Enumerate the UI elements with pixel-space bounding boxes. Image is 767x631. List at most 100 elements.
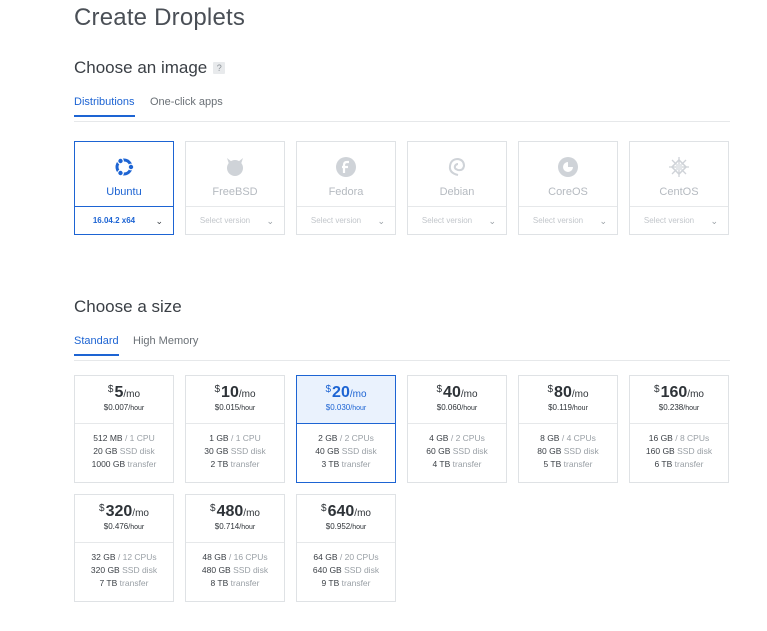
- monthly-price: $320/mo: [75, 503, 173, 521]
- size-card[interactable]: $10/mo $0.015/hour 1 GB / 1 CPU 30 GB SSD d…: [185, 375, 285, 483]
- monthly-price: $40/mo: [408, 384, 506, 402]
- size-card[interactable]: $160/mo $0.238/hour 16 GB / 8 CPUs 160 GB S…: [629, 375, 729, 483]
- per-hour-label: /hour: [461, 405, 478, 412]
- size-specs: 1 GB / 1 CPU 30 GB SSD disk 2 TB transfer: [186, 432, 284, 471]
- image-name: Debian: [439, 186, 475, 198]
- tab-distributions[interactable]: Distributions: [74, 96, 135, 117]
- memory-value: 1 GB: [209, 433, 229, 443]
- image-card-ubuntu[interactable]: Ubuntu 16.04.2 x64 ⌄: [74, 141, 174, 235]
- monthly-amount: 480: [216, 503, 244, 520]
- transfer-line: 2 TB transfer: [186, 458, 284, 471]
- currency-symbol: $: [321, 503, 327, 514]
- disk-line: 20 GB SSD disk: [75, 445, 173, 458]
- disk-value: 40 GB: [315, 446, 340, 456]
- monthly-amount: 80: [554, 384, 572, 401]
- tab-high-memory[interactable]: High Memory: [133, 335, 198, 354]
- per-month-label: /mo: [132, 508, 149, 519]
- image-card-freebsd[interactable]: FreeBSD Select version ⌄: [185, 141, 285, 235]
- disk-label: SSD disk: [119, 446, 155, 456]
- transfer-line: 4 TB transfer: [408, 458, 506, 471]
- help-icon[interactable]: ?: [213, 62, 226, 74]
- image-section-title: Choose an image?: [74, 58, 226, 78]
- cpu-value: 2 CPUs: [455, 433, 485, 443]
- transfer-value: 5 TB: [543, 459, 562, 469]
- disk-value: 60 GB: [426, 446, 451, 456]
- transfer-label: transfer: [341, 459, 371, 469]
- per-month-label: /mo: [687, 389, 704, 400]
- memory-cpu-line: 48 GB / 16 CPUs: [202, 552, 268, 562]
- size-card[interactable]: $40/mo $0.060/hour 4 GB / 2 CPUs 60 GB SSD …: [407, 375, 507, 483]
- per-hour-label: /hour: [350, 405, 367, 412]
- image-name: Ubuntu: [106, 186, 142, 198]
- chevron-down-icon: ⌄: [155, 216, 163, 226]
- disk-label: SSD disk: [230, 446, 266, 456]
- cpu-value: 2 CPUs: [344, 433, 374, 443]
- currency-symbol: $: [325, 384, 332, 395]
- version-select[interactable]: Select version ⌄: [297, 207, 395, 235]
- version-select[interactable]: Select version ⌄: [630, 207, 728, 235]
- size-card[interactable]: $640/mo $0.952/hour 64 GB / 20 CPUs 640 GB …: [296, 494, 396, 602]
- monthly-price: $80/mo: [519, 384, 617, 402]
- disk-line: 320 GB SSD disk: [75, 564, 173, 577]
- per-month-label: /mo: [123, 389, 141, 400]
- hourly-price: $0.238/hour: [630, 403, 728, 412]
- cpu-value: 20 CPUs: [344, 552, 379, 562]
- memory-cpu-line: 1 GB / 1 CPU: [209, 433, 261, 443]
- memory-cpu-line: 4 GB / 2 CPUs: [429, 433, 485, 443]
- size-card[interactable]: $480/mo $0.714/hour 48 GB / 16 CPUs 480 GB …: [185, 494, 285, 602]
- version-label: Select version: [532, 216, 584, 225]
- size-card[interactable]: $80/mo $0.119/hour 8 GB / 4 CPUs 80 GB SSD …: [518, 375, 618, 483]
- transfer-line: 7 TB transfer: [75, 577, 173, 590]
- monthly-amount: 20: [332, 384, 350, 401]
- image-card-centos[interactable]: CentOS Select version ⌄: [629, 141, 729, 235]
- disk-value: 160 GB: [645, 446, 675, 456]
- currency-symbol: $: [99, 503, 105, 514]
- hourly-price: $0.714/hour: [186, 522, 284, 531]
- image-section-title-text: Choose an image: [74, 58, 208, 77]
- fedora-icon: [336, 157, 356, 177]
- tab-standard[interactable]: Standard: [74, 335, 119, 356]
- disk-value: 320 GB: [90, 565, 120, 575]
- chevron-down-icon: ⌄: [599, 216, 607, 226]
- freebsd-icon: [227, 158, 243, 176]
- version-label: Select version: [421, 216, 473, 225]
- version-select[interactable]: Select version ⌄: [186, 207, 284, 235]
- chevron-down-icon: ⌄: [488, 216, 496, 226]
- per-month-label: /mo: [243, 508, 260, 519]
- version-label: Select version: [310, 216, 362, 225]
- size-card[interactable]: $5/mo $0.007/hour 512 MB / 1 CPU 20 GB SSD …: [74, 375, 174, 483]
- hourly-amount: $0.238: [658, 403, 684, 412]
- monthly-price: $5/mo: [75, 384, 173, 402]
- image-card-debian[interactable]: Debian Select version ⌄: [407, 141, 507, 235]
- version-select[interactable]: Select version ⌄: [408, 207, 506, 235]
- hourly-amount: $0.015: [214, 403, 240, 412]
- hourly-amount: $0.007: [103, 403, 129, 412]
- transfer-label: transfer: [563, 459, 593, 469]
- per-month-label: /mo: [238, 389, 256, 400]
- hourly-amount: $0.060: [436, 403, 462, 412]
- disk-line: 640 GB SSD disk: [297, 564, 395, 577]
- tab-one-click-apps[interactable]: One-click apps: [150, 96, 223, 115]
- transfer-value: 4 TB: [432, 459, 451, 469]
- hourly-amount: $0.476: [103, 522, 129, 531]
- memory-value: 512 MB: [93, 433, 123, 443]
- size-card[interactable]: $20/mo $0.030/hour 2 GB / 2 CPUs 40 GB SSD …: [296, 375, 396, 483]
- memory-value: 2 GB: [318, 433, 338, 443]
- version-select[interactable]: Select version ⌄: [519, 207, 617, 235]
- hourly-price: $0.476/hour: [75, 522, 173, 531]
- disk-label: SSD disk: [341, 446, 377, 456]
- image-card-coreos[interactable]: CoreOS Select version ⌄: [518, 141, 618, 235]
- memory-value: 32 GB: [91, 552, 116, 562]
- size-specs: 48 GB / 16 CPUs 480 GB SSD disk 8 TB trans…: [186, 551, 284, 590]
- size-card[interactable]: $320/mo $0.476/hour 32 GB / 12 CPUs 320 GB …: [74, 494, 174, 602]
- transfer-value: 9 TB: [321, 578, 340, 588]
- hourly-amount: $0.714: [214, 522, 240, 531]
- per-hour-label: /hour: [128, 524, 145, 531]
- currency-symbol: $: [214, 384, 221, 395]
- cpu-value: 8 CPUs: [679, 433, 710, 443]
- image-card-fedora[interactable]: Fedora Select version ⌄: [296, 141, 396, 235]
- transfer-line: 6 TB transfer: [630, 458, 728, 471]
- coreos-icon: [558, 157, 578, 177]
- size-specs: 32 GB / 12 CPUs 320 GB SSD disk 7 TB trans…: [75, 551, 173, 590]
- version-select[interactable]: 16.04.2 x64 ⌄: [75, 207, 173, 235]
